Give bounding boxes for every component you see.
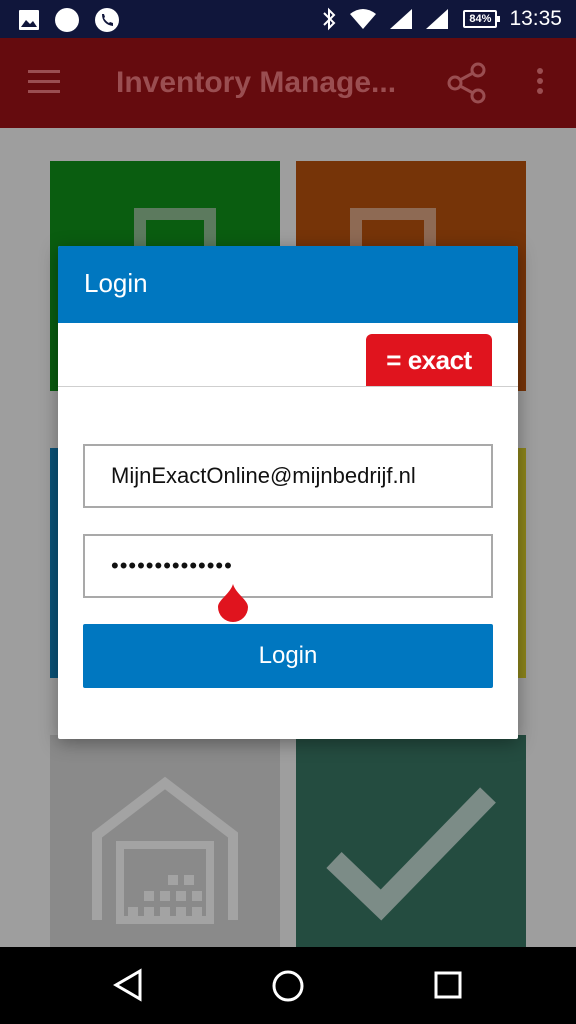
app-title: Inventory Manage... [116,66,397,99]
app-bar: Inventory Manage... [0,38,576,128]
battery-level: 84% [469,13,492,25]
image-icon [19,10,39,30]
email-field[interactable]: MijnExactOnline@mijnbedrijf.nl [83,444,493,508]
menu-icon[interactable] [28,70,60,96]
password-field[interactable]: •••••••••••••• [83,534,493,598]
login-button[interactable]: Login [83,624,493,688]
warehouse-icon [92,776,238,924]
exact-logo: = exact [366,334,492,386]
logo-row: = exact [58,323,518,387]
wifi-icon [350,9,377,29]
bluetooth-icon [323,7,336,31]
status-bar: 84% 13:35 [0,0,576,38]
login-dialog: Login = exact MijnExactOnline@mijnbedrij… [58,246,518,739]
signal-2-icon [426,9,449,29]
battery-icon: 84% [463,10,501,28]
navigation-bar [0,947,576,1024]
phone-icon [95,8,119,32]
dialog-title: Login [84,268,148,298]
circle-icon [55,8,79,32]
signal-icon [390,9,413,29]
home-icon[interactable] [270,968,306,1004]
more-vert-icon[interactable] [534,68,546,98]
dialog-header: Login [58,246,518,323]
text-cursor-handle[interactable] [216,584,250,622]
tile-5[interactable] [50,735,280,965]
checkmark-icon [326,787,496,921]
back-icon[interactable] [112,968,144,1002]
clock: 13:35 [509,7,562,30]
share-icon[interactable] [446,62,488,104]
tile-6[interactable] [296,735,526,965]
recents-icon[interactable] [432,968,464,1002]
